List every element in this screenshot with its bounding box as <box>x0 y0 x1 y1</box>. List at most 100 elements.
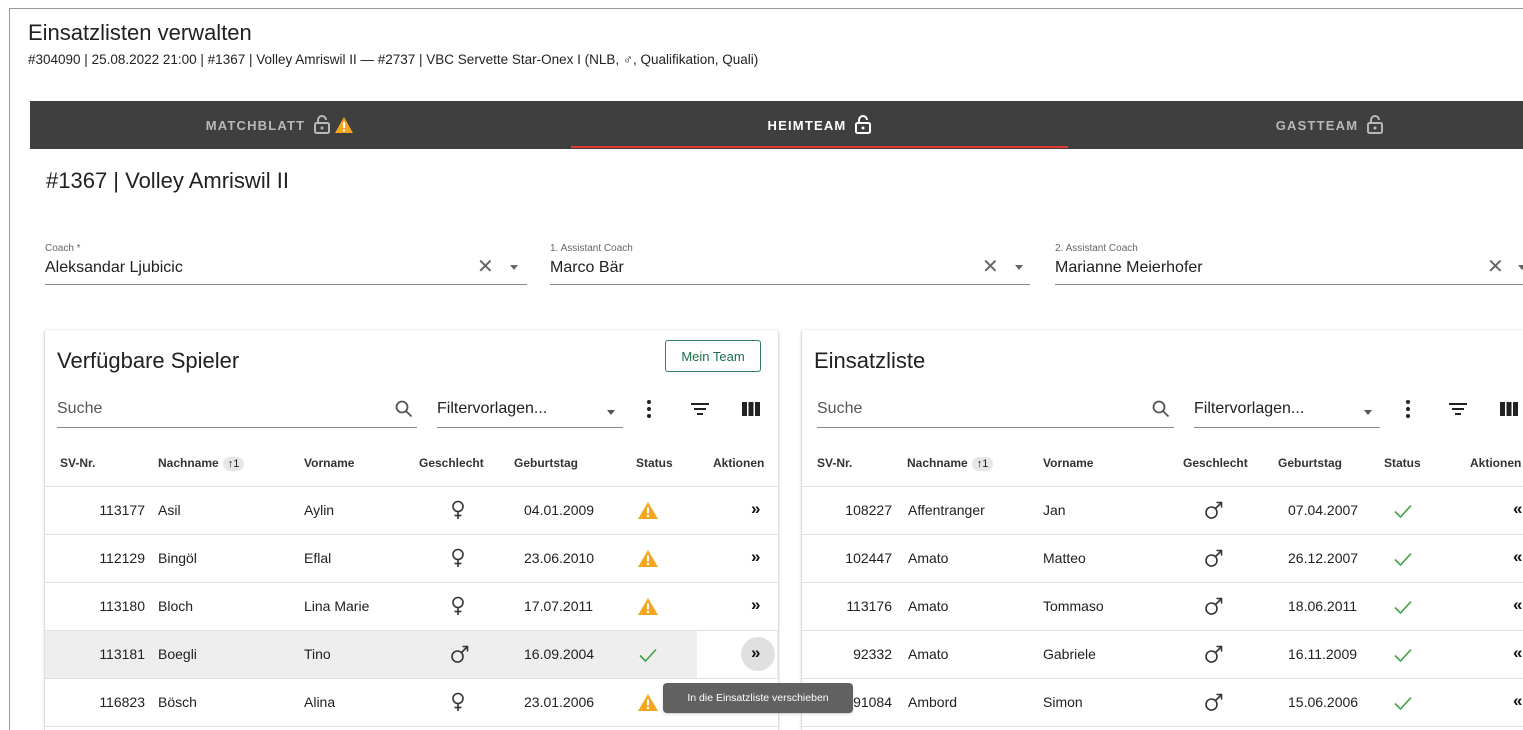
col-geschlecht[interactable]: Geschlecht <box>419 456 484 470</box>
tooltip: In die Einsatzliste verschieben <box>663 683 853 713</box>
einsatzliste-card: Einsatzliste Suche Filtervorlagen... SV-… <box>802 330 1523 730</box>
field-label: 2. Assistant Coach <box>1055 243 1138 254</box>
table-row[interactable]: 113177 Asil Aylin 04.01.2009 » <box>45 487 778 535</box>
table-header: SV-Nr. Nachname ↑1 Vorname Geschlecht Geb… <box>45 442 778 487</box>
active-tab-indicator <box>571 146 1068 148</box>
chevron-down-icon[interactable] <box>510 265 518 270</box>
sort-badge: ↑1 <box>222 457 245 471</box>
team-title: #1367 | Volley Amriswil II <box>46 168 289 193</box>
view-columns-icon[interactable] <box>1500 402 1518 421</box>
male-icon <box>1204 596 1224 619</box>
sort-order: 1 <box>982 458 989 470</box>
female-icon <box>450 692 466 715</box>
chevron-down-icon <box>607 410 615 415</box>
clear-icon[interactable]: ✕ <box>982 257 999 277</box>
col-svnr[interactable]: SV-Nr. <box>817 456 852 470</box>
move-right-button[interactable]: » <box>751 499 760 519</box>
cell-svnr: 113181 <box>99 646 145 662</box>
coach-field[interactable]: Coach * Aleksandar Ljubicic ✕ <box>45 243 527 285</box>
move-left-button[interactable]: « <box>1513 691 1522 711</box>
cell-nachname: Amato <box>908 598 949 614</box>
table-row[interactable]: 108227 Affentranger Jan 07.04.2007 « <box>802 487 1523 535</box>
mein-team-button[interactable]: Mein Team <box>665 340 761 372</box>
search-icon[interactable] <box>1152 400 1170 423</box>
check-icon <box>1393 695 1413 714</box>
view-columns-icon[interactable] <box>742 402 760 421</box>
col-vorname[interactable]: Vorname <box>1043 456 1093 470</box>
col-svnr[interactable]: SV-Nr. <box>60 456 95 470</box>
field-label: 1. Assistant Coach <box>550 243 633 254</box>
cell-vorname: Lina Marie <box>304 598 370 614</box>
col-label: Nachname <box>158 456 219 470</box>
check-icon <box>1393 647 1413 666</box>
col-geburtstag[interactable]: Geburtstag <box>1278 456 1342 470</box>
female-icon <box>450 596 466 619</box>
move-right-button[interactable]: » <box>751 547 760 567</box>
cell-nachname: Bösch <box>158 694 197 710</box>
clear-icon[interactable]: ✕ <box>1487 257 1504 277</box>
more-vert-icon[interactable] <box>1404 398 1412 425</box>
move-left-button[interactable]: « <box>1513 499 1522 519</box>
table-row[interactable]: 113180 Bloch Lina Marie 17.07.2011 » <box>45 583 778 631</box>
male-icon <box>1204 644 1224 667</box>
tab-matchblatt[interactable]: MATCHBLATT <box>30 101 530 149</box>
col-vorname[interactable]: Vorname <box>304 456 354 470</box>
cell-nachname: Amato <box>908 646 949 662</box>
filter-preset-select[interactable]: Filtervorlagen... <box>1194 394 1380 428</box>
search-icon[interactable] <box>395 400 413 423</box>
more-vert-icon[interactable] <box>645 398 653 425</box>
table-row[interactable]: 92332 Amato Gabriele 16.11.2009 « <box>802 631 1523 679</box>
chevron-down-icon[interactable] <box>1015 265 1023 270</box>
move-left-button[interactable]: « <box>1513 547 1522 567</box>
search-input[interactable]: Suche <box>57 394 417 428</box>
male-icon <box>450 644 470 667</box>
cell-vorname: Tino <box>304 646 331 662</box>
cell-geburtstag: 15.06.2006 <box>1288 694 1359 710</box>
col-geburtstag[interactable]: Geburtstag <box>514 456 578 470</box>
col-nachname[interactable]: Nachname ↑1 <box>158 456 245 471</box>
clear-icon[interactable]: ✕ <box>477 257 494 277</box>
tab-label: MATCHBLATT <box>205 117 306 133</box>
chevron-down-icon <box>1364 410 1372 415</box>
cell-nachname: Bingöl <box>158 550 197 566</box>
move-left-button[interactable]: « <box>1513 643 1522 663</box>
cell-svnr: 102447 <box>845 550 892 566</box>
chevron-down-icon[interactable] <box>1518 265 1523 270</box>
table-row[interactable]: 112129 Bingöl Eflal 23.06.2010 » <box>45 535 778 583</box>
move-left-button[interactable]: « <box>1513 595 1522 615</box>
search-placeholder: Suche <box>817 400 863 417</box>
warning-icon <box>334 116 354 134</box>
tab-label: HEIMTEAM <box>767 117 847 133</box>
table-row[interactable]: 113176 Amato Tommaso 18.06.2011 « <box>802 583 1523 631</box>
card-title: Verfügbare Spieler <box>57 348 240 373</box>
search-input[interactable]: Suche <box>817 394 1174 428</box>
male-icon <box>1204 692 1224 715</box>
check-icon <box>638 647 658 666</box>
assistant-coach-1-field[interactable]: 1. Assistant Coach Marco Bär ✕ <box>550 243 1030 285</box>
move-right-button[interactable]: » <box>751 643 760 663</box>
cell-geburtstag: 16.11.2009 <box>1288 646 1358 662</box>
table-row[interactable]: 91084 Ambord Simon 15.06.2006 « <box>802 679 1523 727</box>
tab-heimteam[interactable]: HEIMTEAM <box>570 101 1070 149</box>
col-nachname[interactable]: Nachname ↑1 <box>907 456 994 471</box>
table-row[interactable]: 113181 Boegli Tino 16.09.2004 » <box>45 631 778 679</box>
filter-preset-select[interactable]: Filtervorlagen... <box>437 394 623 428</box>
col-status[interactable]: Status <box>636 456 673 470</box>
cell-nachname: Ambord <box>908 694 958 710</box>
cell-svnr: 92332 <box>853 646 892 662</box>
field-value: Marco Bär <box>550 259 624 276</box>
page-title: Einsatzlisten verwalten <box>28 20 252 45</box>
filter-list-icon[interactable] <box>1449 402 1467 421</box>
col-geschlecht[interactable]: Geschlecht <box>1183 456 1248 470</box>
tab-gastteam[interactable]: GASTTEAM <box>1080 101 1523 149</box>
check-icon <box>1393 551 1413 570</box>
table-row[interactable]: 102447 Amato Matteo 26.12.2007 « <box>802 535 1523 583</box>
move-right-button[interactable]: » <box>751 595 760 615</box>
assistant-coach-2-field[interactable]: 2. Assistant Coach Marianne Meierhofer ✕ <box>1055 243 1523 285</box>
cell-geburtstag: 04.01.2009 <box>524 502 595 518</box>
cell-geburtstag: 23.01.2006 <box>524 694 595 710</box>
col-status[interactable]: Status <box>1384 456 1421 470</box>
filter-list-icon[interactable] <box>691 402 709 421</box>
cell-vorname: Eflal <box>304 550 332 566</box>
cell-svnr: 113180 <box>99 598 145 614</box>
